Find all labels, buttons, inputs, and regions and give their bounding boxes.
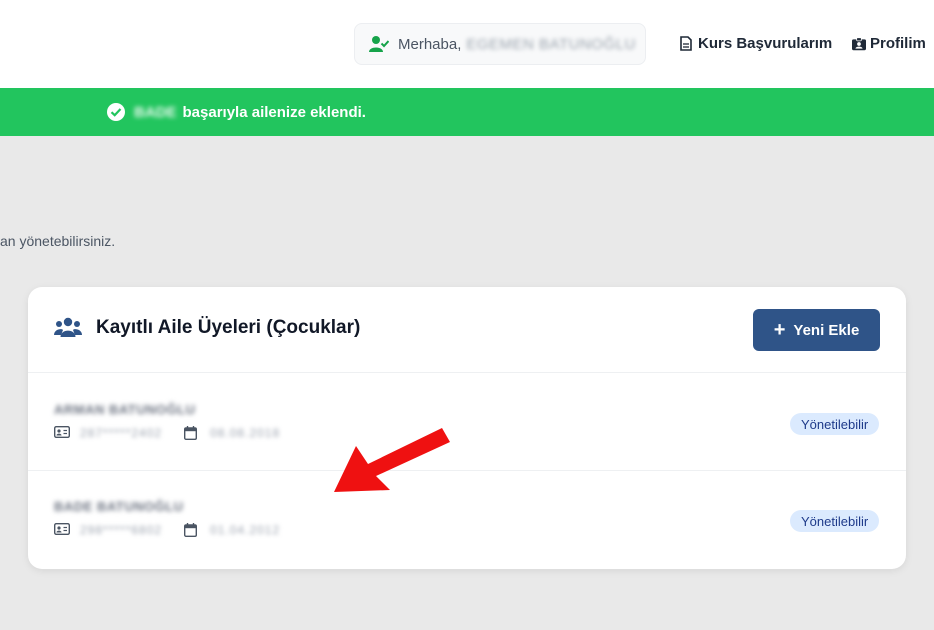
user-name: EGEMEN BATUNOĞLU (466, 35, 636, 53)
status-badge: Yönetilebilir (790, 413, 880, 435)
member-birth-date: 01.04.2012 (210, 523, 281, 537)
red-arrow-annotation (334, 428, 450, 492)
check-circle-icon (106, 102, 126, 122)
calendar-icon (184, 426, 200, 440)
users-icon (54, 316, 82, 340)
card-header: Kayıtlı Aile Üyeleri (Çocuklar) + Yeni E… (28, 287, 906, 373)
member-meta: 298*****6802 01.04.2012 (54, 523, 302, 537)
alert-message: başarıyla ailenize eklendi. (182, 103, 366, 121)
nav-course-applications[interactable]: Kurs Başvurularım (680, 35, 832, 52)
family-member-row[interactable]: BADE BATUNOĞLU 298*****6802 01.04.2012 Y… (28, 471, 906, 568)
document-icon (680, 35, 694, 52)
id-card-icon (54, 426, 70, 440)
calendar-icon (184, 523, 200, 537)
add-new-button-label: Yeni Ekle (793, 321, 860, 339)
top-navbar: Merhaba, EGEMEN BATUNOĞLU Kurs Başvurula… (0, 0, 934, 88)
family-members-card: Kayıtlı Aile Üyeleri (Çocuklar) + Yeni E… (28, 287, 906, 569)
alert-member-name: BADE (134, 103, 177, 121)
id-badge-icon (852, 36, 866, 52)
nav-profile[interactable]: Profilim (852, 35, 926, 52)
id-card-icon (54, 523, 70, 537)
member-meta: 287*****2402 08.08.2018 (54, 426, 302, 440)
member-tc: 298*****6802 (80, 523, 163, 537)
user-check-icon (369, 35, 389, 53)
plus-icon: + (773, 319, 786, 341)
add-new-button[interactable]: + Yeni Ekle (753, 309, 880, 351)
member-tc: 287*****2402 (80, 426, 163, 440)
status-badge: Yönetilebilir (790, 510, 880, 532)
user-greeting: Merhaba, EGEMEN BATUNOĞLU (354, 23, 646, 65)
nav-course-applications-label: Kurs Başvurularım (698, 35, 833, 52)
page-description: an yönetebilirsiniz. (0, 233, 116, 249)
member-name: BADE BATUNOĞLU (54, 499, 184, 514)
success-alert: BADE başarıyla ailenize eklendi. (0, 88, 934, 136)
member-name: ARMAN BATUNOĞLU (54, 402, 196, 417)
member-birth-date: 08.08.2018 (210, 426, 281, 440)
family-member-row[interactable]: ARMAN BATUNOĞLU 287*****2402 08.08.2018 … (28, 374, 906, 471)
nav-profile-label: Profilim (870, 35, 926, 52)
card-title: Kayıtlı Aile Üyeleri (Çocuklar) (96, 317, 361, 338)
greeting-prefix: Merhaba, (398, 35, 462, 53)
